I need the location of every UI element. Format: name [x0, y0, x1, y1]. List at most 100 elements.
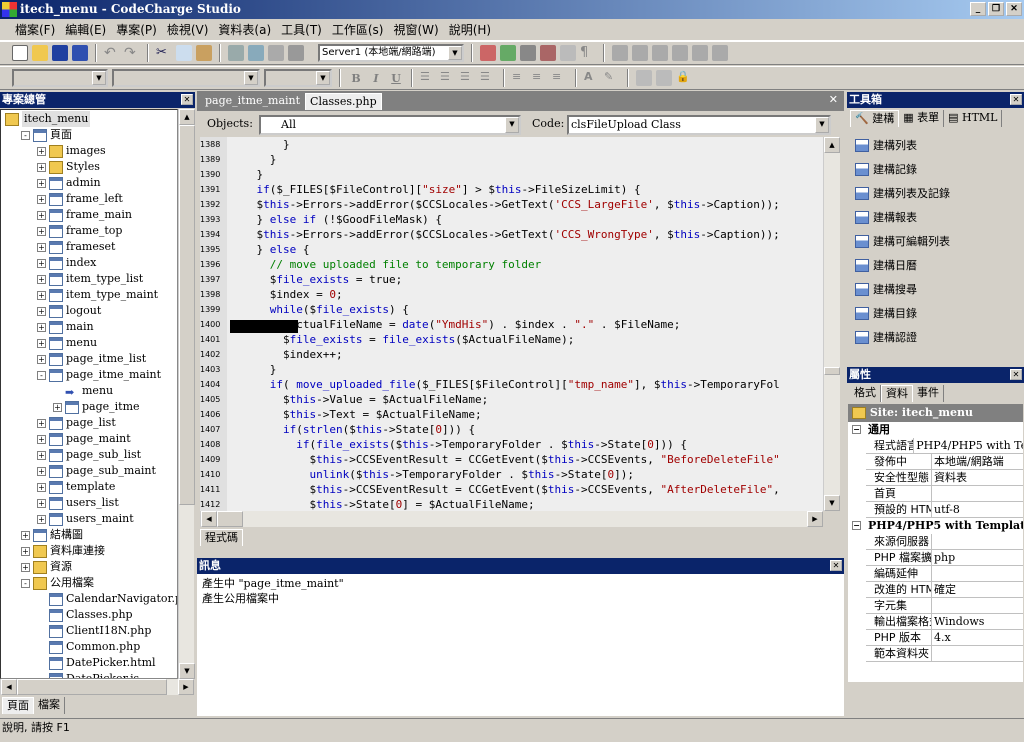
size-select[interactable]: ▼ — [264, 69, 332, 87]
expand-toggle[interactable]: + — [53, 402, 62, 412]
menu-item[interactable]: 檔案(F) — [10, 21, 60, 38]
toolbox-item[interactable]: 建構搜尋 — [855, 281, 917, 297]
tree-item[interactable]: + page_maint — [37, 431, 131, 447]
property-row[interactable]: PHP 版本 4.x — [866, 630, 1023, 646]
code-vertical-scrollbar[interactable]: ▲ ▼ — [823, 137, 840, 511]
tab-pages[interactable]: 頁面 — [2, 697, 34, 714]
property-value[interactable]: utf-8 — [932, 502, 960, 517]
tree-item[interactable]: + page_itme_list — [37, 351, 146, 367]
expand-toggle[interactable]: + — [37, 146, 46, 156]
property-row[interactable]: 預設的 HTMLutf-8 — [866, 502, 1023, 518]
font-select[interactable]: ▼ — [112, 69, 260, 87]
tree-item[interactable]: + users_maint — [37, 511, 134, 527]
save-all-icon[interactable] — [72, 45, 88, 61]
close-editor-icon[interactable]: ✕ — [829, 93, 838, 106]
code-line[interactable]: $file_exists = true; — [230, 272, 402, 287]
tree-item[interactable]: + 結構圖 — [21, 527, 83, 543]
property-row[interactable]: 改進的 HTML確定 — [866, 582, 1023, 598]
expand-toggle[interactable]: + — [37, 194, 46, 204]
tree-item[interactable]: + template — [37, 479, 115, 495]
align-icon-6[interactable] — [712, 45, 728, 61]
tree-item[interactable]: + frameset — [37, 239, 115, 255]
property-row[interactable]: 來源伺服器 — [866, 534, 1023, 550]
copy-icon[interactable] — [176, 45, 192, 61]
property-value[interactable]: Windows — [932, 614, 984, 629]
expand-toggle[interactable]: + — [37, 498, 46, 508]
code-line[interactable]: $file_exists = file_exists($ActualFileNa… — [230, 332, 574, 347]
code-line[interactable]: if(file_exists($this->TemporaryFolder . … — [230, 437, 687, 452]
toolbox-item[interactable]: 建構列表及記錄 — [855, 185, 950, 201]
property-row[interactable]: 程式語言PHP4/PHP5 with Templates — [866, 438, 1023, 454]
server-select[interactable]: Server1 (本地端/網路端) ▼ — [318, 44, 464, 62]
code-line[interactable]: $this->Text = $ActualFileName; — [230, 407, 482, 422]
tree-item[interactable]: + main — [37, 319, 94, 335]
toolbox-item[interactable]: 建構目錄 — [855, 305, 917, 321]
expand-toggle[interactable]: + — [37, 434, 46, 444]
tree-item[interactable]: + frame_left — [37, 191, 123, 207]
expand-toggle[interactable]: + — [37, 418, 46, 428]
expand-toggle[interactable]: - — [37, 370, 46, 380]
tab-page-itme-maint[interactable]: page_itme_maint — [201, 93, 306, 110]
collapse-toggle[interactable]: − — [852, 521, 861, 530]
menu-item[interactable]: 說明(H) — [444, 21, 496, 38]
code-line[interactable]: } else { — [230, 242, 309, 257]
objects-select[interactable]: All ▼ — [259, 115, 521, 135]
code-line[interactable]: // move uploaded file to temporary folde… — [230, 257, 542, 272]
align-icon-2[interactable] — [632, 45, 648, 61]
tree-item[interactable]: + admin — [37, 175, 101, 191]
code-select[interactable]: clsFileUpload Class ▼ — [567, 115, 831, 135]
tree-item[interactable]: + page_itme — [53, 399, 140, 415]
tab-events[interactable]: 事件 — [913, 385, 944, 402]
tree-item[interactable]: + page_list — [37, 415, 116, 431]
align-icon-5[interactable] — [692, 45, 708, 61]
expand-toggle[interactable]: + — [37, 258, 46, 268]
tree-item[interactable]: + menu — [37, 335, 97, 351]
open-icon[interactable] — [32, 45, 48, 61]
tab-data[interactable]: 資料 — [881, 385, 913, 402]
tree-item[interactable]: - page_itme_maint — [37, 367, 161, 383]
expand-toggle[interactable]: - — [21, 130, 30, 140]
image-icon[interactable] — [656, 70, 672, 86]
tree-item[interactable]: + page_sub_maint — [37, 463, 156, 479]
toolbox-item[interactable]: 建構報表 — [855, 209, 917, 225]
property-row[interactable]: PHP 檔案擴充php — [866, 550, 1023, 566]
table-icon[interactable] — [636, 70, 652, 86]
property-value[interactable] — [932, 534, 934, 549]
align-center-icon[interactable]: ≡ — [532, 70, 548, 86]
code-line[interactable]: } else if (!$GoodFileMask) { — [230, 212, 441, 227]
tree-item[interactable]: + item_type_list — [37, 271, 143, 287]
tool-icon-2[interactable] — [500, 45, 516, 61]
close-button[interactable]: ✕ — [1006, 2, 1022, 16]
property-value[interactable]: PHP4/PHP5 with Templates — [914, 438, 1023, 453]
expand-toggle[interactable]: - — [21, 578, 30, 588]
code-line[interactable]: if($_FILES[$FileControl]["size"] > $this… — [230, 182, 641, 197]
tab-classes-php[interactable]: Classes.php — [305, 93, 382, 110]
property-value[interactable] — [932, 566, 934, 581]
menu-item[interactable]: 編輯(E) — [60, 21, 111, 38]
close-icon[interactable]: ✕ — [1010, 94, 1022, 105]
code-line[interactable]: while($file_exists) { — [230, 302, 409, 317]
redo-icon[interactable]: ↷ — [124, 45, 140, 61]
tool-icon-5[interactable] — [560, 45, 576, 61]
undo-icon[interactable]: ↶ — [104, 45, 120, 61]
tool-icon-1[interactable] — [480, 45, 496, 61]
expand-toggle[interactable]: + — [37, 242, 46, 252]
tab-build[interactable]: 🔨 建構 — [850, 110, 900, 127]
lock-icon[interactable]: 🔒 — [676, 70, 692, 86]
expand-toggle[interactable]: + — [37, 162, 46, 172]
underline-button[interactable]: U — [388, 72, 404, 85]
code-line[interactable]: $this->CCSEventResult = CCGetEvent($this… — [230, 452, 779, 467]
toolbox-item[interactable]: 建構列表 — [855, 137, 917, 153]
code-line[interactable]: unlink($this->TemporaryFolder . $this->S… — [230, 467, 634, 482]
tree-item[interactable]: DatePicker.js — [37, 671, 139, 678]
bold-button[interactable]: B — [348, 72, 364, 85]
tree-item[interactable]: ➡ menu — [53, 383, 113, 399]
tree-item[interactable]: Classes.php — [37, 607, 133, 623]
menu-item[interactable]: 檢視(V) — [162, 21, 214, 38]
collapse-toggle[interactable]: − — [852, 425, 861, 434]
tab-format[interactable]: 格式 — [850, 385, 881, 402]
tree-item[interactable]: Common.php — [37, 639, 140, 655]
menu-item[interactable]: 工具(T) — [276, 21, 327, 38]
code-line[interactable]: if(strlen($this->State[0])) { — [230, 422, 475, 437]
tree-item[interactable]: + users_list — [37, 495, 119, 511]
